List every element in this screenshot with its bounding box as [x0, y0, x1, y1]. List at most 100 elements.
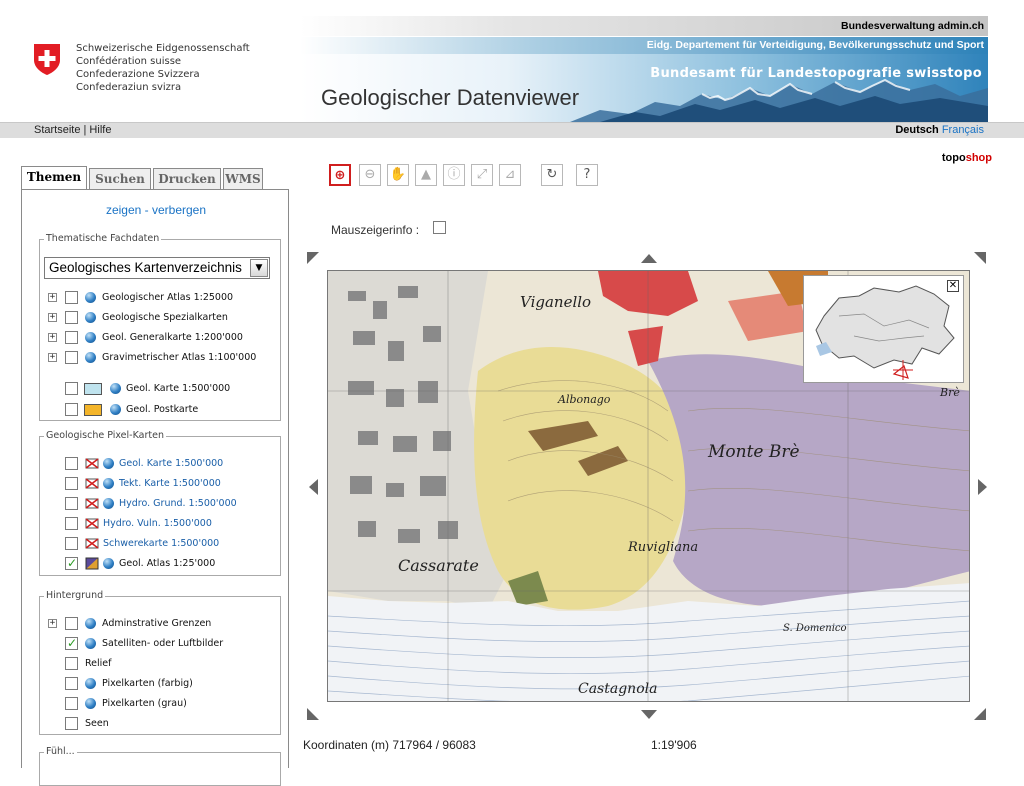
next-legend: Fühl...	[46, 746, 75, 757]
info-icon[interactable]	[103, 498, 114, 509]
zoom-in-icon[interactable]: ⊕	[329, 164, 351, 186]
layer-label: Geologischer Atlas 1:25000	[102, 292, 234, 303]
admin-link[interactable]: Bundesverwaltung admin.ch	[841, 18, 984, 34]
nav-links[interactable]: Startseite | Hilfe	[34, 123, 111, 138]
layer-checkbox[interactable]	[65, 477, 78, 490]
map-label: Cassarate	[398, 556, 479, 575]
info-icon[interactable]	[103, 478, 114, 489]
expand-icon[interactable]: +	[48, 293, 57, 302]
info-icon[interactable]	[85, 352, 96, 363]
pan-southwest-icon[interactable]	[307, 708, 319, 720]
expand-icon[interactable]: +	[48, 353, 57, 362]
swiss-cross-logo	[32, 42, 62, 76]
lang-de[interactable]: Deutsch	[895, 124, 938, 136]
pan-north-icon[interactable]	[641, 254, 657, 263]
tab-themen[interactable]: Themen	[21, 166, 87, 191]
layer-label: Adminstrative Grenzen	[102, 618, 212, 629]
map-label: Ruvigliana	[627, 540, 698, 555]
pan-south-icon[interactable]	[641, 710, 657, 719]
pan-northwest-icon[interactable]	[307, 252, 319, 264]
info-icon[interactable]	[85, 678, 96, 689]
legend-disabled-icon	[85, 478, 99, 489]
layer-checkbox[interactable]	[65, 457, 78, 470]
pan-northeast-icon[interactable]	[974, 252, 986, 264]
layer-checkbox[interactable]	[65, 537, 78, 550]
info-icon[interactable]	[110, 383, 121, 394]
layer-checkbox[interactable]	[65, 403, 78, 416]
layer-checkbox[interactable]	[65, 351, 78, 364]
zoom-out-icon[interactable]: ⊖	[359, 164, 381, 186]
measure-area-icon[interactable]: ⊿	[499, 164, 521, 186]
tab-suchen[interactable]: Suchen	[89, 168, 151, 190]
expand-icon[interactable]: +	[48, 313, 57, 322]
department-bar: Eidg. Departement für Verteidigung, Bevö…	[300, 37, 988, 54]
layer-checkbox[interactable]	[65, 382, 78, 395]
layer-label: Gravimetrischer Atlas 1:100'000	[102, 352, 257, 363]
tab-wms[interactable]: WMS	[223, 168, 263, 190]
themes-panel: zeigen - verbergen Thematische Fachdaten…	[21, 189, 290, 786]
layer-checkbox[interactable]	[65, 331, 78, 344]
pan-hand-icon[interactable]: ✋	[387, 164, 409, 186]
info-icon[interactable]	[85, 638, 96, 649]
legend-atlas-icon	[85, 557, 99, 570]
refresh-icon[interactable]: ↻	[541, 164, 563, 186]
measure-distance-icon[interactable]: ⤢	[471, 164, 493, 186]
map-catalog-value: Geologisches Kartenverzeichnis	[49, 260, 242, 275]
lang-fr[interactable]: Français	[942, 124, 984, 136]
zoom-extent-icon[interactable]: ▲	[415, 164, 437, 186]
layer-checkbox[interactable]	[65, 517, 78, 530]
expand-icon[interactable]: +	[48, 619, 57, 628]
scale-readout: 1:19'906	[651, 738, 697, 752]
map-label: Albonago	[557, 393, 611, 406]
thematic-legend: Thematische Fachdaten	[46, 233, 160, 244]
info-icon[interactable]	[85, 698, 96, 709]
layer-label[interactable]: Schwerekarte 1:500'000	[103, 536, 219, 552]
layer-checkbox-checked[interactable]	[65, 555, 78, 571]
pan-east-icon[interactable]	[978, 479, 987, 495]
info-icon[interactable]	[103, 558, 114, 569]
info-icon[interactable]	[103, 458, 114, 469]
layer-checkbox[interactable]	[65, 717, 78, 730]
layer-checkbox[interactable]	[65, 311, 78, 324]
layer-checkbox[interactable]	[65, 291, 78, 304]
map-label: S. Domenico	[783, 623, 847, 634]
layer-checkbox-checked[interactable]	[65, 635, 78, 651]
layer-checkbox[interactable]	[65, 497, 78, 510]
header: Schweizerische Eidgenossenschaft Confédé…	[0, 0, 1024, 122]
expand-icon[interactable]: +	[48, 333, 57, 342]
info-icon[interactable]	[85, 312, 96, 323]
pan-southeast-icon[interactable]	[974, 708, 986, 720]
toposhop-link[interactable]: toposhop	[942, 151, 992, 165]
layer-checkbox[interactable]	[65, 697, 78, 710]
layer-label: Geologische Spezialkarten	[102, 312, 228, 323]
info-icon[interactable]	[85, 292, 96, 303]
layer-label[interactable]: Hydro. Grund. 1:500'000	[119, 496, 237, 512]
overview-map[interactable]: ✕	[803, 275, 964, 383]
layer-label[interactable]: Geol. Karte 1:500'000	[119, 456, 223, 472]
tab-drucken[interactable]: Drucken	[153, 168, 221, 190]
layer-checkbox[interactable]	[65, 617, 78, 630]
layer-label: Satelliten- oder Luftbilder	[102, 638, 224, 649]
mouse-info-checkbox[interactable]	[433, 221, 446, 234]
department-link[interactable]: Eidg. Departement für Verteidigung, Bevö…	[647, 37, 984, 54]
layer-label: Relief	[85, 658, 112, 669]
info-icon[interactable]	[85, 618, 96, 629]
close-icon[interactable]: ✕	[947, 280, 959, 292]
layer-label: Seen	[85, 718, 109, 729]
layer-label[interactable]: Hydro. Vuln. 1:500'000	[103, 516, 212, 532]
layer-checkbox[interactable]	[65, 677, 78, 690]
show-hide-link[interactable]: zeigen - verbergen	[22, 202, 290, 218]
help-icon[interactable]: ?	[576, 164, 598, 186]
chevron-down-icon[interactable]: ▼	[250, 259, 268, 277]
info-icon[interactable]	[85, 332, 96, 343]
toposhop-part2: shop	[965, 152, 992, 164]
layer-label[interactable]: Tekt. Karte 1:500'000	[119, 476, 221, 492]
layer-checkbox[interactable]	[65, 657, 78, 670]
identify-icon[interactable]: ⓘ	[443, 164, 465, 186]
pan-west-icon[interactable]	[309, 479, 318, 495]
map-label: Viganello	[520, 293, 591, 311]
app-title: Geologischer Datenviewer	[321, 85, 580, 110]
map-catalog-select[interactable]: Geologisches Kartenverzeichnis ▼	[44, 257, 270, 279]
confed-rm: Confederaziun svizra	[76, 82, 182, 93]
info-icon[interactable]	[110, 404, 121, 415]
